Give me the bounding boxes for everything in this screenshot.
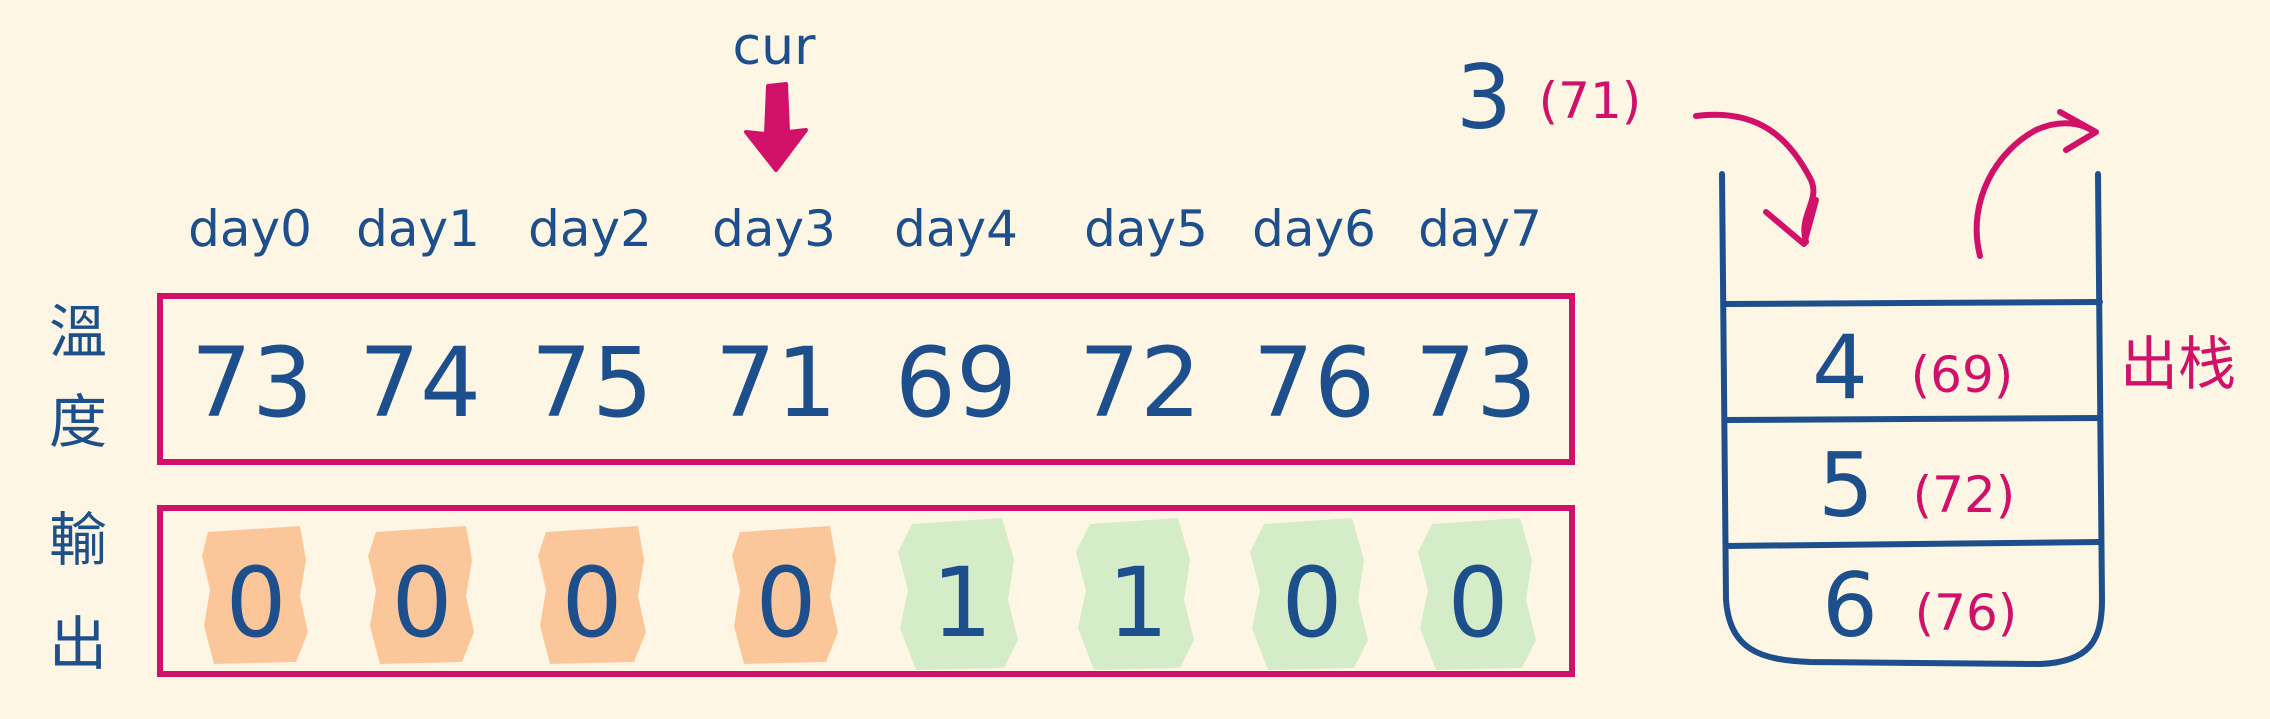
- stack-container: [1719, 171, 2105, 667]
- output-cell: 0: [225, 547, 286, 659]
- output-cell: 1: [1107, 547, 1168, 659]
- incoming-index: 3: [1456, 46, 1512, 149]
- temperature-cell: 71: [715, 327, 837, 439]
- output-row-label: 輸 出: [49, 506, 107, 678]
- push-arrow-icon: [1693, 111, 1819, 247]
- incoming-temp: (71): [1539, 72, 1642, 130]
- day-header: day3: [712, 200, 836, 258]
- temperature-values: 73 74 75 71 69 72 76 73: [191, 327, 1537, 439]
- temperature-row-label: 溫 度: [49, 298, 107, 456]
- stack-item: 5 (72): [1818, 434, 2015, 537]
- cur-label: cur: [733, 17, 817, 77]
- temperature-cell: 73: [1415, 327, 1537, 439]
- stack-item: 6 (76): [1822, 554, 2017, 657]
- incoming-element: 3 (71): [1456, 46, 1641, 149]
- output-cell: 0: [391, 547, 452, 659]
- diagram-svg: cur day0 day1 day2 day3 day4 day5 day6 d…: [49, 17, 2236, 678]
- output-label-char: 輸: [49, 506, 107, 574]
- day-header-row: day0 day1 day2 day3 day4 day5 day6 day7: [188, 200, 1542, 258]
- output-cell: 1: [931, 547, 992, 659]
- day-header: day1: [356, 200, 480, 258]
- temperature-cell: 69: [895, 327, 1017, 439]
- day-header: day5: [1084, 200, 1208, 258]
- stack-item-temp: (72): [1913, 466, 2016, 524]
- temperature-cell: 72: [1079, 327, 1201, 439]
- day-header: day7: [1418, 200, 1542, 258]
- output-cell: 0: [1447, 547, 1508, 659]
- output-label-char: 出: [49, 610, 107, 678]
- temperature-cell: 75: [531, 327, 653, 439]
- temperature-cell: 74: [359, 327, 481, 439]
- stack-item-index: 4: [1812, 316, 1868, 419]
- stack-item-temp: (69): [1911, 346, 2014, 404]
- temperature-cell: 76: [1253, 327, 1375, 439]
- output-cell: 0: [561, 547, 622, 659]
- temperature-label-char: 溫: [49, 298, 107, 366]
- stack-item: 4 (69): [1812, 316, 2013, 419]
- temperature-label-char: 度: [49, 388, 107, 456]
- day-header: day6: [1252, 200, 1376, 258]
- stack-item-index: 5: [1818, 434, 1874, 537]
- output-values: 0 0 0 0 1 1 0 0: [225, 547, 1508, 659]
- pop-arrow-icon: [1973, 109, 2099, 259]
- diagram-canvas: cur day0 day1 day2 day3 day4 day5 day6 d…: [0, 0, 2270, 719]
- output-cell: 0: [1281, 547, 1342, 659]
- day-header: day0: [188, 200, 312, 258]
- stack-item-temp: (76): [1915, 584, 2018, 642]
- day-header: day2: [528, 200, 652, 258]
- pop-label: 出栈: [2120, 330, 2236, 398]
- cur-arrow-icon: [744, 82, 808, 172]
- stack-item-index: 6: [1822, 554, 1878, 657]
- temperature-cell: 73: [191, 327, 313, 439]
- output-cell: 0: [755, 547, 816, 659]
- day-header: day4: [894, 200, 1018, 258]
